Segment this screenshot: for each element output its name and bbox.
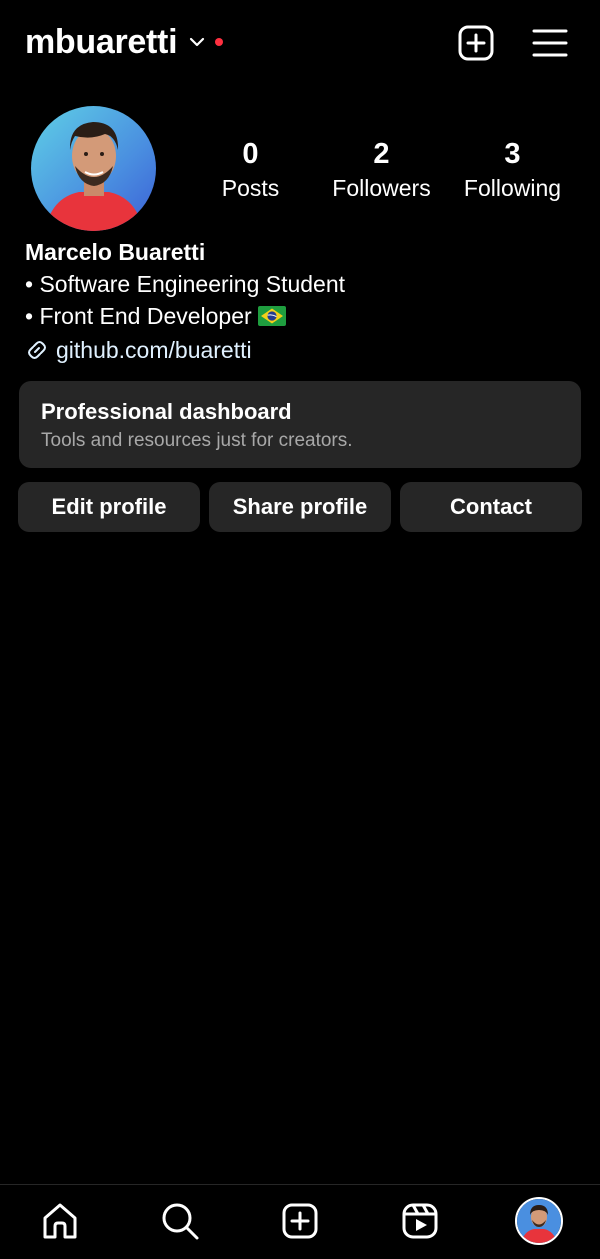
nav-profile[interactable] bbox=[515, 1197, 563, 1245]
profile-screen: mbuaretti 0 Posts 2 Followers 3 Followin… bbox=[0, 0, 600, 1259]
nav-home[interactable] bbox=[38, 1199, 82, 1243]
notification-dot bbox=[215, 38, 224, 46]
top-bar: mbuaretti bbox=[0, 0, 600, 86]
create-icon bbox=[282, 1203, 318, 1239]
search-icon bbox=[162, 1203, 199, 1240]
followers-label: Followers bbox=[332, 175, 431, 201]
profile-avatar-icon bbox=[517, 1199, 561, 1243]
display-name: Marcelo Buaretti bbox=[25, 239, 206, 265]
stat-posts[interactable]: 0 Posts bbox=[185, 136, 316, 216]
profile-actions: Edit profile Share profile Contact bbox=[18, 482, 582, 532]
brazil-flag-icon bbox=[257, 302, 286, 334]
following-label: Following bbox=[463, 175, 562, 201]
username: mbuaretti bbox=[25, 22, 178, 61]
following-count: 3 bbox=[504, 138, 521, 170]
bio-line: • Front End Developer bbox=[25, 300, 585, 334]
bio-line-text: • Front End Developer bbox=[25, 303, 252, 329]
bio-line: • Software Engineering Student bbox=[25, 271, 346, 297]
chevron-down-icon bbox=[187, 32, 207, 52]
bottom-navigation bbox=[0, 1184, 600, 1259]
followers-count: 2 bbox=[373, 138, 390, 170]
posts-count: 0 bbox=[242, 138, 259, 170]
posts-label: Posts bbox=[221, 175, 280, 201]
share-profile-button[interactable]: Share profile bbox=[209, 482, 391, 532]
profile-link-text: github.com/buaretti bbox=[56, 337, 252, 363]
stat-following[interactable]: 3 Following bbox=[447, 136, 578, 216]
home-icon bbox=[43, 1203, 77, 1239]
profile-stats: 0 Posts 2 Followers 3 Following bbox=[185, 136, 595, 216]
new-post-button[interactable] bbox=[456, 23, 496, 63]
nav-search[interactable] bbox=[158, 1199, 202, 1243]
professional-dashboard-card[interactable]: Professional dashboard Tools and resourc… bbox=[19, 381, 581, 468]
hamburger-menu-icon bbox=[532, 29, 568, 57]
link-icon bbox=[25, 338, 49, 362]
dashboard-subtitle: Tools and resources just for creators. bbox=[41, 430, 353, 451]
menu-button[interactable] bbox=[530, 23, 570, 63]
profile-link[interactable]: github.com/buaretti bbox=[25, 334, 585, 366]
account-switcher[interactable]: mbuaretti bbox=[25, 22, 224, 62]
edit-profile-button[interactable]: Edit profile bbox=[18, 482, 200, 532]
profile-bio: Marcelo Buaretti • Software Engineering … bbox=[25, 236, 585, 366]
nav-create[interactable] bbox=[278, 1199, 322, 1243]
plus-square-icon bbox=[458, 25, 494, 61]
stat-followers[interactable]: 2 Followers bbox=[316, 136, 447, 216]
reels-icon bbox=[402, 1203, 438, 1239]
nav-reels[interactable] bbox=[398, 1199, 442, 1243]
profile-avatar[interactable] bbox=[31, 106, 156, 231]
contact-button[interactable]: Contact bbox=[400, 482, 582, 532]
dashboard-title: Professional dashboard bbox=[41, 399, 292, 424]
profile-photo bbox=[31, 106, 156, 231]
